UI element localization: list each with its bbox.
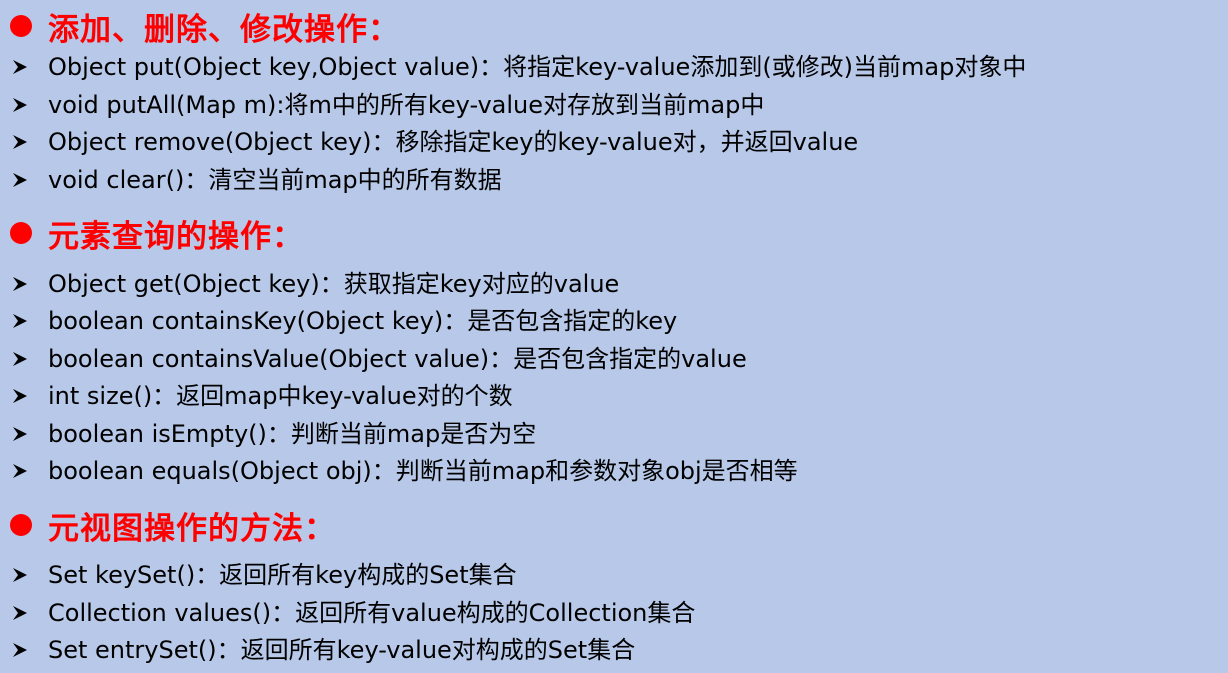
arrow-bullet-icon [10, 387, 30, 405]
section-heading-query: 元素查询的操作： [10, 213, 304, 255]
bullet-dot-icon [10, 15, 32, 37]
list-item-containskey: boolean containsKey(Object key)：是否包含指定的k… [10, 303, 677, 339]
list-item-containsvalue: boolean containsValue(Object value)：是否包含… [10, 341, 747, 377]
item-text: Object get(Object key)：获取指定key对应的value [48, 270, 620, 298]
item-text: boolean isEmpty()：判断当前map是否为空 [48, 420, 537, 448]
item-text: Set entrySet()：返回所有key-value对构成的Set集合 [48, 636, 636, 664]
list-item-put: Object put(Object key,Object value)：将指定k… [10, 49, 1026, 85]
arrow-bullet-icon [10, 171, 30, 189]
arrow-bullet-icon [10, 462, 30, 480]
list-item-entryset: Set entrySet()：返回所有key-value对构成的Set集合 [10, 632, 635, 668]
list-item-remove: Object remove(Object key)：移除指定key的key-va… [10, 124, 858, 160]
arrow-bullet-icon [10, 641, 30, 659]
list-item-get: Object get(Object key)：获取指定key对应的value [10, 266, 619, 302]
item-text: Object remove(Object key)：移除指定key的key-va… [48, 128, 859, 156]
bullet-dot-icon [10, 514, 32, 536]
heading-text: 元素查询的操作： [48, 218, 304, 255]
list-item-putall: void putAll(Map m):将m中的所有key-value对存放到当前… [10, 87, 764, 123]
arrow-bullet-icon [10, 350, 30, 368]
arrow-bullet-icon [10, 566, 30, 584]
list-item-values: Collection values()：返回所有value构成的Collecti… [10, 595, 695, 631]
item-text: void clear()：清空当前map中的所有数据 [48, 166, 502, 194]
arrow-bullet-icon [10, 133, 30, 151]
arrow-bullet-icon [10, 604, 30, 622]
arrow-bullet-icon [10, 58, 30, 76]
item-text: int size()：返回map中key-value对的个数 [48, 382, 513, 410]
item-text: boolean containsValue(Object value)：是否包含… [48, 345, 747, 373]
item-text: Set keySet()：返回所有key构成的Set集合 [48, 561, 517, 589]
item-text: void putAll(Map m):将m中的所有key-value对存放到当前… [48, 91, 765, 119]
arrow-bullet-icon [10, 96, 30, 114]
heading-text: 元视图操作的方法： [48, 510, 336, 547]
slide: 添加、删除、修改操作： Object put(Object key,Object… [0, 0, 1228, 673]
arrow-bullet-icon [10, 275, 30, 293]
heading-text: 添加、删除、修改操作： [48, 11, 400, 48]
list-item-keyset: Set keySet()：返回所有key构成的Set集合 [10, 557, 517, 593]
bullet-dot-icon [10, 222, 32, 244]
list-item-clear: void clear()：清空当前map中的所有数据 [10, 162, 502, 198]
section-heading-views: 元视图操作的方法： [10, 505, 336, 547]
item-text: boolean containsKey(Object key)：是否包含指定的k… [48, 307, 678, 335]
section-heading-modify: 添加、删除、修改操作： [10, 6, 400, 48]
list-item-equals: boolean equals(Object obj)：判断当前map和参数对象o… [10, 453, 798, 489]
list-item-isempty: boolean isEmpty()：判断当前map是否为空 [10, 416, 536, 452]
item-text: Collection values()：返回所有value构成的Collecti… [48, 599, 696, 627]
item-text: Object put(Object key,Object value)：将指定k… [48, 53, 1027, 81]
list-item-size: int size()：返回map中key-value对的个数 [10, 378, 513, 414]
arrow-bullet-icon [10, 312, 30, 330]
item-text: boolean equals(Object obj)：判断当前map和参数对象o… [48, 457, 798, 485]
arrow-bullet-icon [10, 425, 30, 443]
